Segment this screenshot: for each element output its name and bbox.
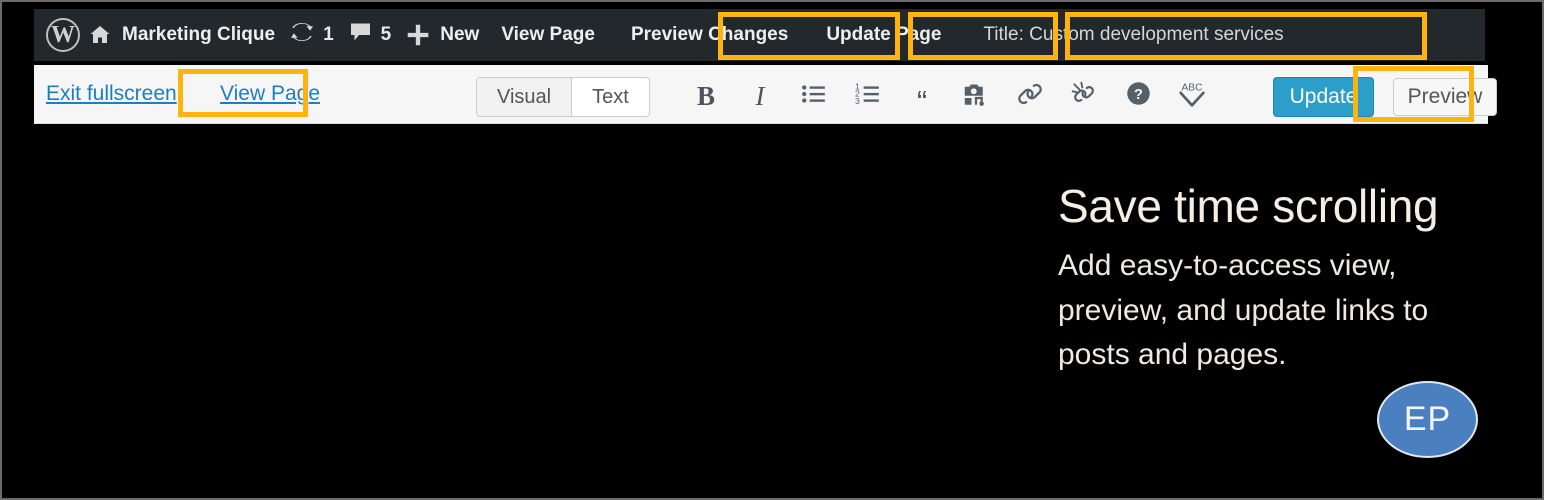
admin-bar-updates[interactable]: 1 (282, 9, 341, 61)
spellcheck-abc-icon: ABC (1175, 79, 1209, 114)
help-icon: ? (1125, 80, 1152, 112)
formatting-tool-row: B I 1 2 3 “ ? ABC (679, 77, 1219, 119)
exit-fullscreen-link[interactable]: Exit fullscreen (46, 82, 177, 106)
tab-text[interactable]: Text (572, 78, 649, 116)
wp-admin-bar: W Marketing Clique 1 5 New View Page Pre… (34, 9, 1485, 61)
editor-mode-tabs: Visual Text (476, 77, 650, 117)
spellcheck-button[interactable]: ABC (1165, 77, 1219, 115)
comment-bubble-icon (348, 20, 373, 50)
admin-bar-update-page[interactable]: Update Page (819, 9, 948, 61)
avatar-initials: EP (1403, 400, 1452, 438)
admin-bar-site-name[interactable]: Marketing Clique (80, 9, 282, 61)
admin-bar-preview-changes[interactable]: Preview Changes (624, 9, 795, 61)
site-name-label: Marketing Clique (122, 24, 276, 45)
screenshot-canvas: W Marketing Clique 1 5 New View Page Pre… (0, 0, 1544, 500)
updates-count: 1 (323, 24, 334, 45)
add-media-button[interactable] (949, 77, 1003, 115)
admin-bar-comments[interactable]: 5 (341, 9, 399, 61)
bulleted-list-icon (800, 81, 828, 112)
italic-icon: I (755, 80, 765, 111)
italic-button[interactable]: I (733, 77, 787, 115)
promo-block: Save time scrolling Add easy-to-access v… (1058, 182, 1488, 377)
blockquote-icon: “ (916, 83, 928, 119)
promo-title: Save time scrolling (1058, 180, 1439, 232)
comments-count: 5 (380, 24, 392, 45)
svg-text:?: ? (1134, 87, 1143, 103)
help-button[interactable]: ? (1111, 77, 1165, 115)
numbered-list-icon: 1 2 3 (854, 81, 882, 112)
update-button[interactable]: Update (1273, 77, 1374, 117)
remove-link-icon (1070, 81, 1098, 112)
insert-link-icon (1016, 81, 1044, 112)
avatar: EP (1377, 381, 1478, 458)
editor-toolbar: Exit fullscreen View Page Visual Text B … (34, 65, 1497, 124)
svg-text:ABC: ABC (1182, 82, 1203, 93)
wordpress-logo-icon[interactable]: W (46, 18, 80, 52)
bold-icon: B (696, 80, 715, 111)
home-icon (87, 23, 113, 47)
svg-text:3: 3 (855, 95, 860, 105)
admin-bar-new[interactable]: New (398, 9, 486, 61)
admin-bar-title-item[interactable]: Title: Custom development services (976, 9, 1290, 61)
add-media-icon (961, 80, 991, 112)
plus-icon (405, 22, 431, 48)
blockquote-button[interactable]: “ (895, 77, 949, 119)
remove-link-button[interactable] (1057, 77, 1111, 115)
view-page-link[interactable]: View Page (220, 82, 320, 106)
numbered-list-button[interactable]: 1 2 3 (841, 77, 895, 115)
bold-button[interactable]: B (679, 77, 733, 115)
bulleted-list-button[interactable] (787, 77, 841, 115)
admin-bar-view-page[interactable]: View Page (494, 9, 602, 61)
insert-link-button[interactable] (1003, 77, 1057, 115)
new-label: New (440, 24, 480, 45)
preview-button[interactable]: Preview (1393, 78, 1497, 116)
tab-visual[interactable]: Visual (477, 78, 573, 116)
updates-refresh-icon (289, 20, 315, 50)
promo-body: Add easy-to-access view, preview, and up… (1058, 249, 1429, 372)
